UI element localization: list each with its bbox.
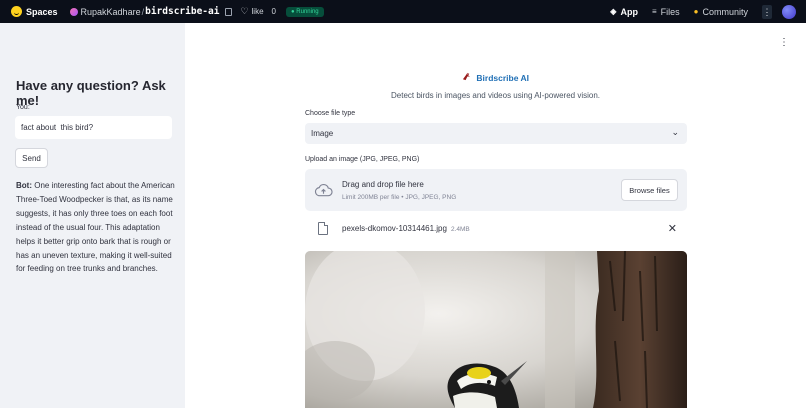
app-subtitle: Detect birds in images and videos using … [391,91,600,100]
upload-label: Upload an image (JPG, JPEG, PNG) [305,156,420,163]
user-avatar[interactable] [782,4,796,19]
like-count: 0 [271,7,276,16]
bot-response-text: One interesting fact about the American … [16,181,175,274]
copy-icon[interactable] [225,7,233,16]
bird-icon [462,72,473,83]
app-title-text: Birdscribe AI [476,73,529,83]
chevron-down-icon: ⌄ [671,127,679,137]
send-button[interactable]: Send [15,148,48,168]
status-badge: ● Running [286,6,324,17]
heart-icon: ♡ [240,6,249,16]
dropzone-limit: Limit 200MB per file • JPG, JPEG, PNG [342,194,457,201]
file-type-label: Choose file type [305,110,356,117]
main-content: ⋮ Birdscribe AI Detect birds in images a… [185,23,806,408]
spaces-logo[interactable]: Spaces [11,6,58,17]
app-icon: ◈ [610,7,617,16]
community-icon: ● [693,7,699,16]
question-label: You: [16,104,30,111]
like-label: like [251,7,264,16]
spaces-label: Spaces [26,6,58,17]
dropzone-title: Drag and drop file here [342,180,424,189]
files-icon: ≡ [651,7,657,16]
tab-files[interactable]: ≡ Files [652,7,680,17]
bot-prefix: Bot: [16,181,32,190]
space-nav: ◈ App ≡ Files ● Community ⋮ [596,0,796,23]
browse-files-button[interactable]: Browse files [621,179,678,201]
owner-link[interactable]: RupakKadhare [81,7,141,17]
file-type-value: Image [311,129,334,138]
app-title: Birdscribe AI [185,72,806,83]
top-bar: Spaces RupakKadhare / birdscribe-ai ♡ li… [0,0,806,23]
repo-breadcrumb: RupakKadhare / birdscribe-ai [69,6,219,17]
tab-community-label: Community [702,6,748,17]
cloud-upload-icon [314,184,333,197]
tab-community[interactable]: ● Community [694,7,748,17]
uploaded-file: pexels-dkomov-10314461.jpg 2.4MB ✕ [305,220,687,238]
bot-response: Bot: One interesting fact about the Amer… [16,179,176,276]
question-input[interactable] [15,116,172,139]
uploaded-file-name: pexels-dkomov-10314461.jpg 2.4MB [342,224,470,233]
more-options-icon[interactable]: ⋮ [762,4,772,19]
sidebar: Have any question? Ask me! You: Send Bot… [0,23,185,408]
remove-file-icon[interactable]: ✕ [668,222,677,235]
file-size: 2.4MB [450,226,470,233]
app-menu-icon[interactable]: ⋮ [779,37,789,48]
woodpecker-photo [305,251,687,408]
status-text: Running [296,8,319,15]
tab-files-label: Files [660,6,680,17]
repo-link[interactable]: birdscribe-ai [145,6,219,17]
uploaded-image-preview [305,251,687,408]
sidebar-title: Have any question? Ask me! [16,78,166,108]
like-button[interactable]: ♡ like 0 [240,6,276,17]
hugging-face-icon [11,6,22,17]
file-dropzone[interactable]: Drag and drop file here Limit 200MB per … [305,169,687,211]
file-name-text: pexels-dkomov-10314461.jpg [342,224,447,233]
file-type-select[interactable]: Image ⌄ [305,123,687,144]
breadcrumb-separator: / [141,6,145,17]
file-icon [318,222,328,235]
tab-app[interactable]: ◈ App [610,7,638,17]
owner-avatar [69,7,78,16]
tab-app-label: App [620,6,638,17]
